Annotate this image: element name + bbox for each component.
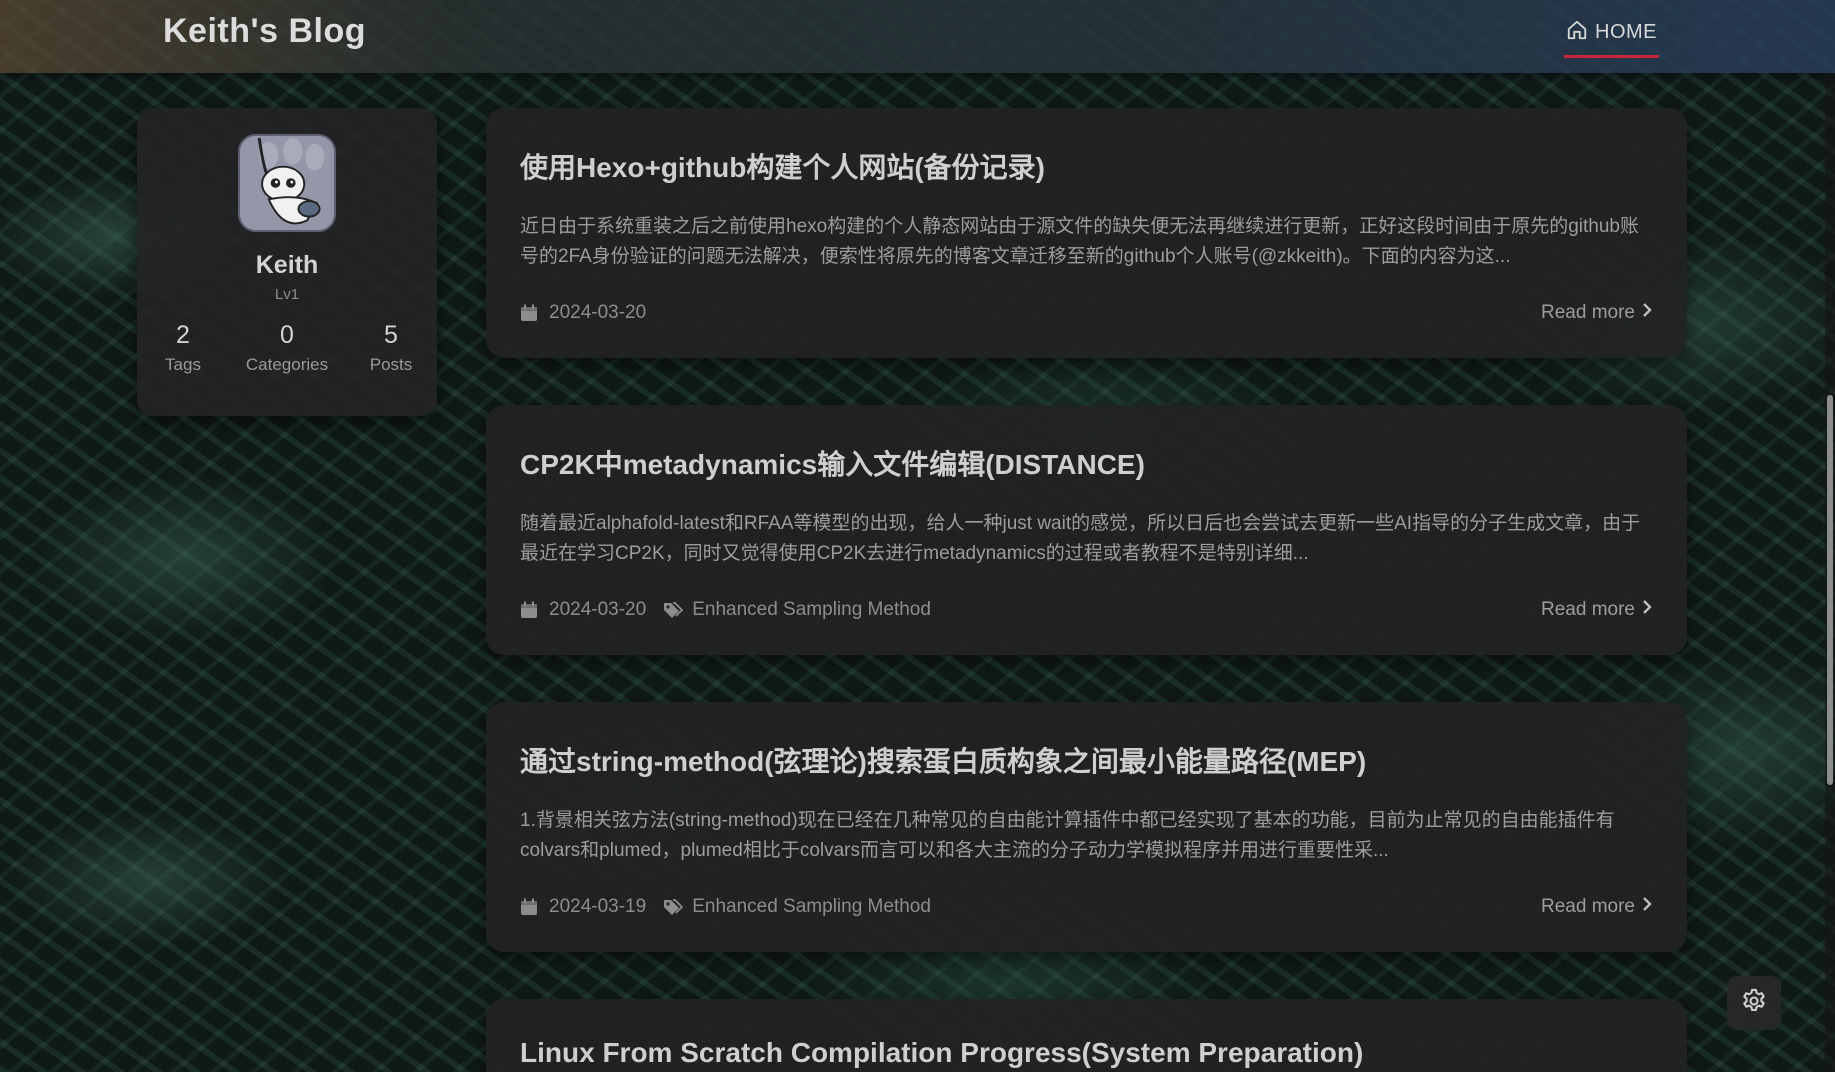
home-icon — [1566, 19, 1588, 47]
stat-tags[interactable]: 2 Tags — [141, 321, 225, 375]
calendar-icon — [520, 601, 538, 619]
read-more-label: Read more — [1541, 896, 1635, 917]
chevron-right-icon — [1641, 302, 1653, 324]
chevron-right-icon — [1641, 599, 1653, 621]
site-title[interactable]: Keith's Blog — [163, 12, 366, 51]
tags-icon — [663, 601, 684, 619]
post-card: 通过string-method(弦理论)搜索蛋白质构象之间最小能量路径(MEP)… — [486, 702, 1687, 952]
scrollbar-thumb[interactable] — [1827, 395, 1833, 785]
top-navbar: Keith's Blog HOME — [0, 0, 1835, 73]
read-more-label: Read more — [1541, 599, 1635, 620]
read-more-link[interactable]: Read more — [1541, 595, 1653, 625]
stat-posts[interactable]: 5 Posts — [349, 321, 433, 375]
read-more-link[interactable]: Read more — [1541, 892, 1653, 922]
post-meta: 2024-03-20 Enhanced Sampling Method — [520, 595, 931, 625]
post-excerpt: 随着最近alphafold-latest和RFAA等模型的出现，给人一种just… — [520, 513, 1641, 564]
post-card: 使用Hexo+github构建个人网站(备份记录) 近日由于系统重装之后之前使用… — [486, 108, 1687, 358]
post-meta: 2024-03-19 Enhanced Sampling Method — [520, 892, 931, 922]
chevron-right-icon — [1641, 896, 1653, 918]
profile-card: Keith Lv1 2 Tags 0 Categories 5 Posts — [137, 108, 437, 416]
stat-label: Categories — [245, 355, 329, 374]
post-meta: 2024-03-20 — [520, 298, 646, 328]
stat-categories[interactable]: 0 Categories — [245, 321, 329, 375]
stat-count: 5 — [384, 321, 398, 349]
read-more-label: Read more — [1541, 302, 1635, 323]
post-date: 2024-03-20 — [549, 599, 647, 620]
post-excerpt: 1.背景相关弦方法(string-method)现在已经在几种常见的自由能计算插… — [520, 810, 1615, 861]
post-title[interactable]: 通过string-method(弦理论)搜索蛋白质构象之间最小能量路径(MEP) — [520, 740, 1650, 780]
post-excerpt: 近日由于系统重装之后之前使用hexo构建的个人静态网站由于源文件的缺失便无法再继… — [520, 216, 1639, 267]
settings-button[interactable] — [1727, 976, 1781, 1030]
post-tag[interactable]: Enhanced Sampling Method — [663, 599, 931, 621]
post-title[interactable]: 使用Hexo+github构建个人网站(备份记录) — [520, 146, 1650, 186]
tags-icon — [663, 898, 684, 916]
stat-label: Posts — [369, 355, 413, 374]
calendar-icon — [520, 898, 538, 916]
stat-count: 2 — [176, 321, 190, 349]
post-card: Linux From Scratch Compilation Progress(… — [486, 999, 1687, 1072]
nav-home-link[interactable]: HOME — [1564, 14, 1659, 58]
gear-icon — [1740, 987, 1768, 1020]
nav-home-label: HOME — [1595, 21, 1657, 43]
post-tag-label: Enhanced Sampling Method — [692, 599, 931, 620]
post-title[interactable]: Linux From Scratch Compilation Progress(… — [520, 1037, 1650, 1069]
profile-level: Lv1 — [274, 286, 300, 303]
post-title[interactable]: CP2K中metadynamics输入文件编辑(DISTANCE) — [520, 443, 1650, 483]
read-more-link[interactable]: Read more — [1541, 298, 1653, 328]
stat-label: Tags — [165, 355, 201, 374]
avatar[interactable] — [238, 134, 336, 232]
profile-stats: 2 Tags 0 Categories 5 Posts — [137, 321, 437, 375]
post-tag[interactable]: Enhanced Sampling Method — [663, 896, 931, 918]
post-date: 2024-03-19 — [549, 896, 647, 917]
post-tag-label: Enhanced Sampling Method — [692, 896, 931, 917]
stat-count: 0 — [280, 321, 294, 349]
profile-name: Keith — [255, 251, 319, 279]
post-date: 2024-03-20 — [549, 302, 647, 323]
post-card: CP2K中metadynamics输入文件编辑(DISTANCE) 随着最近al… — [486, 405, 1687, 655]
calendar-icon — [520, 304, 538, 322]
